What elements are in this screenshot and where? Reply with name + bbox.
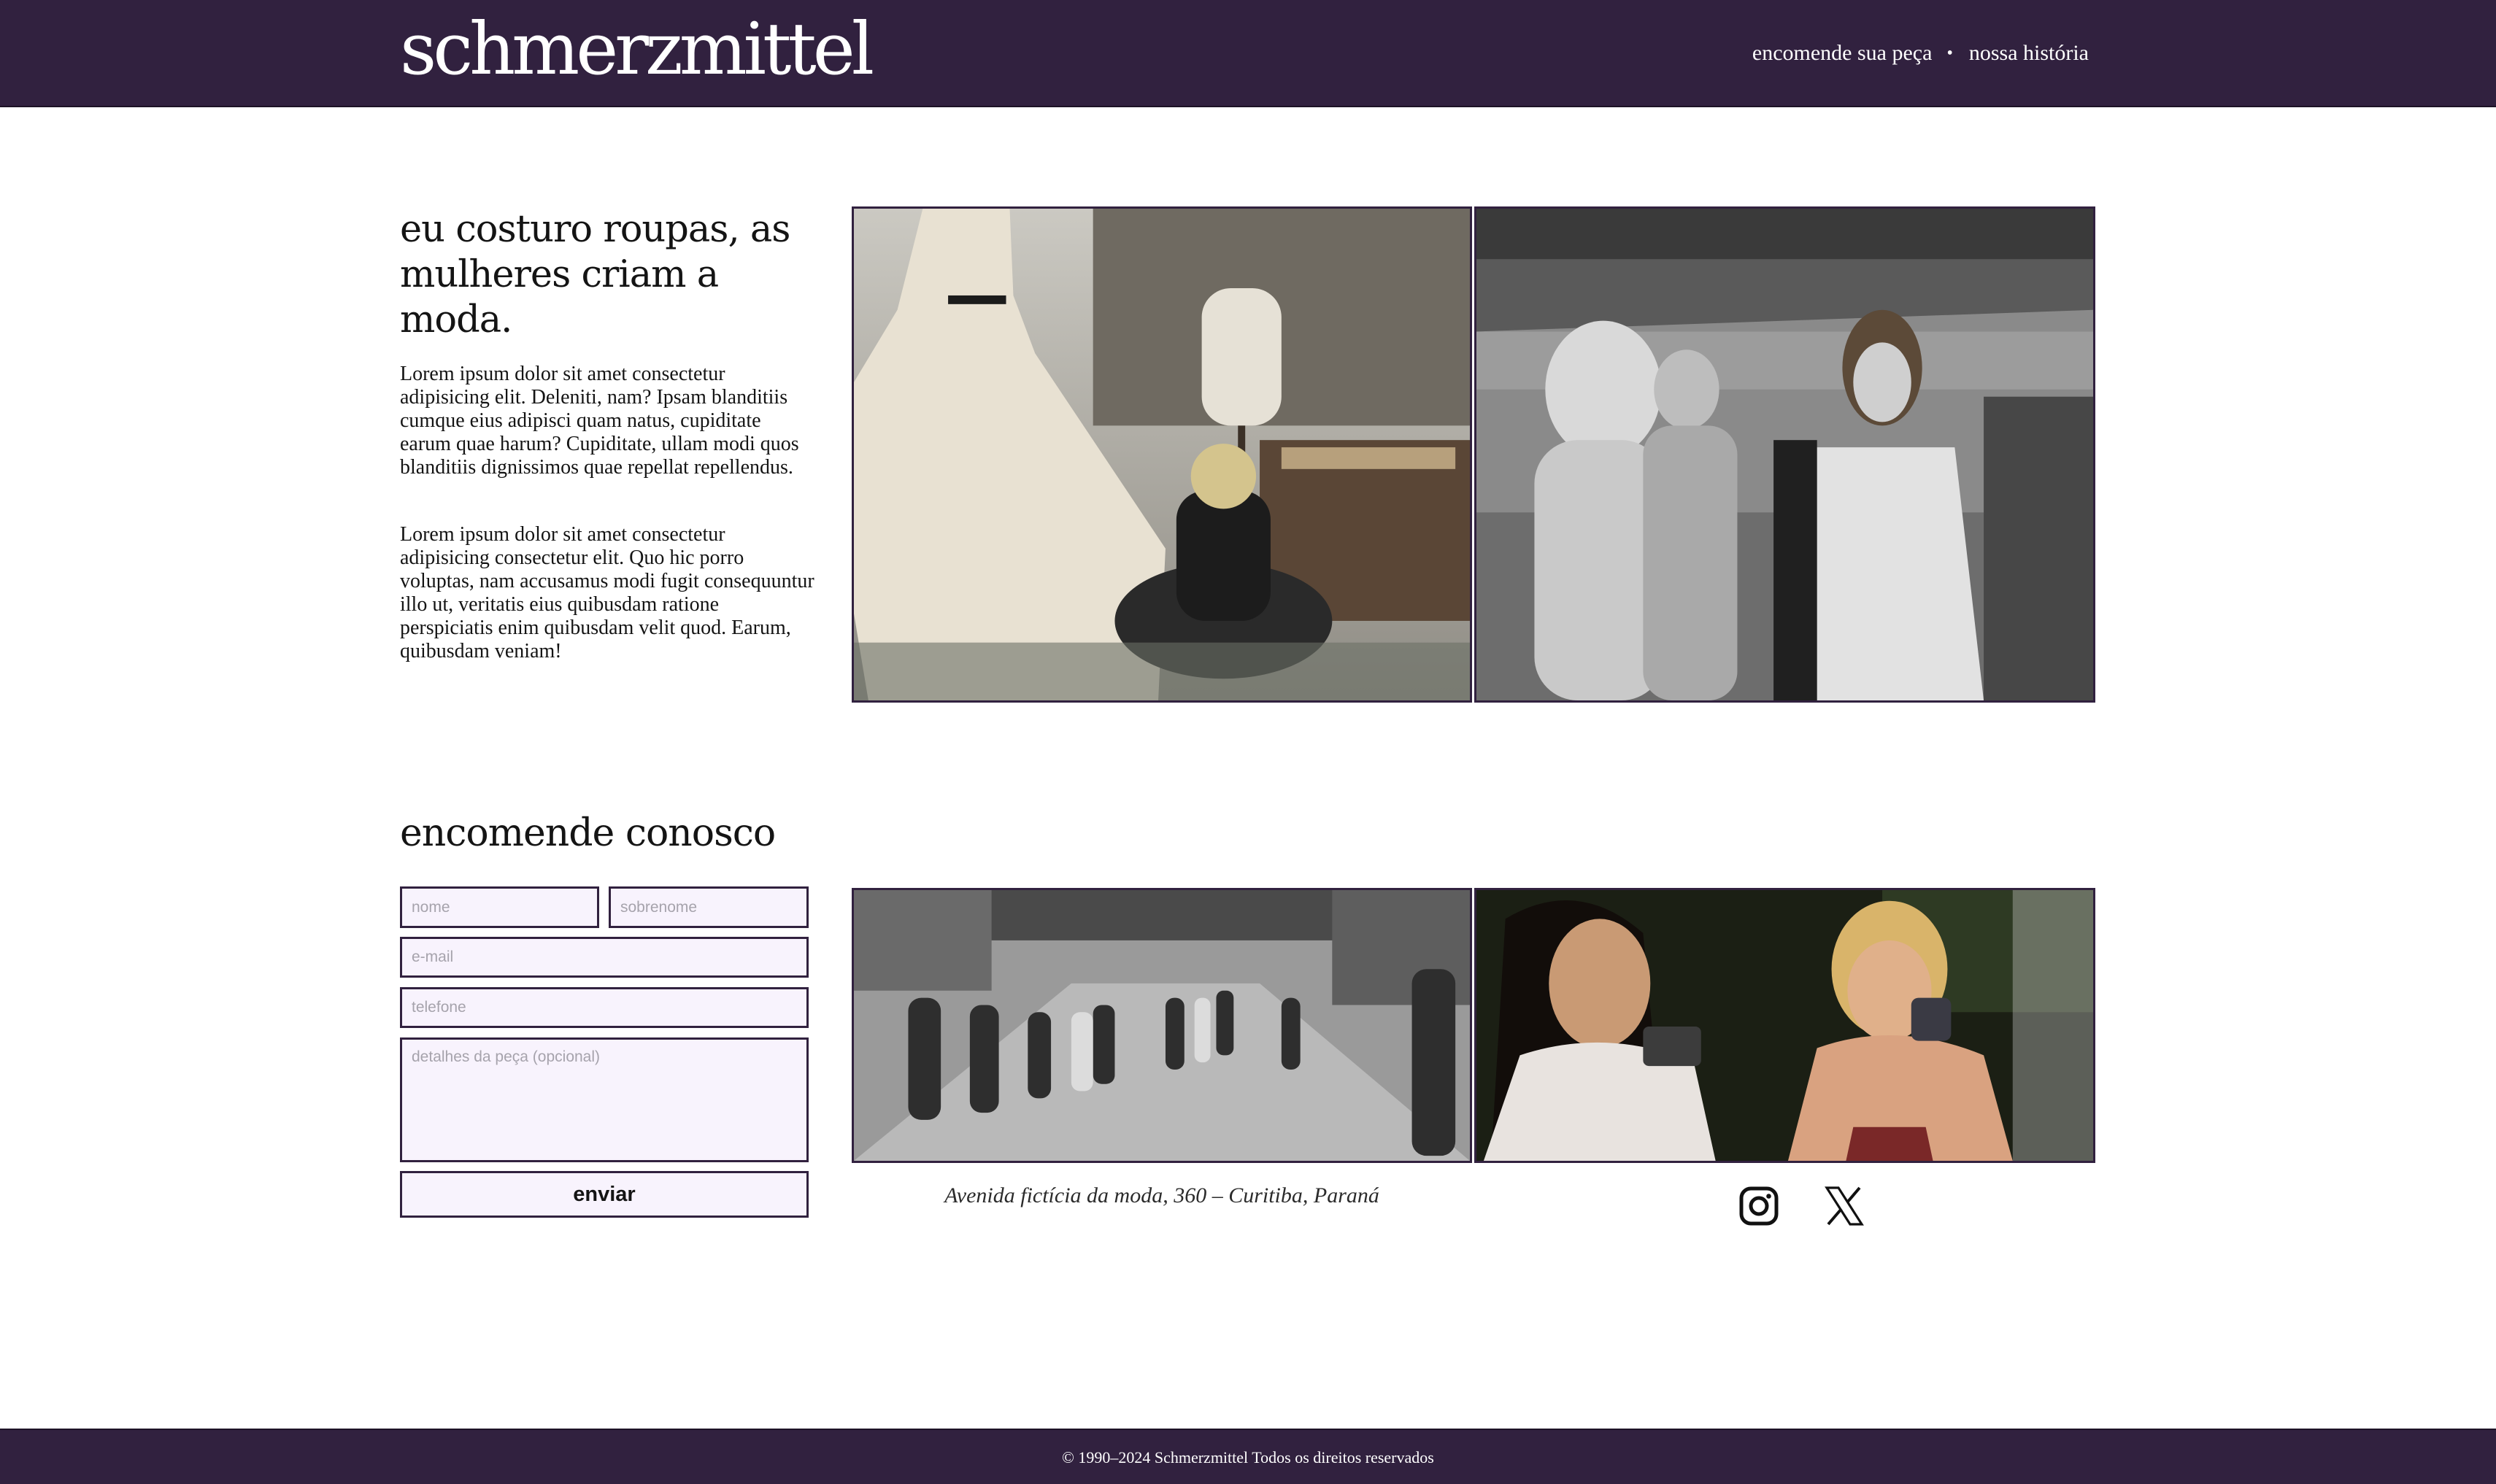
email-field[interactable] <box>400 937 809 978</box>
pedestrian-street-photo <box>852 888 1472 1163</box>
instagram-icon[interactable] <box>1738 1185 1780 1227</box>
last-name-field[interactable] <box>609 886 809 928</box>
site-logo[interactable]: schmerzmittel <box>400 10 874 89</box>
hero-title: eu costuro roupas, as mulheres criam a m… <box>400 208 790 341</box>
hero-paragraph-1: Lorem ipsum dolor sit amet consectetur a… <box>400 363 799 479</box>
site-header: schmerzmittel encomende sua peça • nossa… <box>0 0 2496 107</box>
phones-photo <box>1474 888 2095 1163</box>
street-group-photo <box>1474 206 2095 703</box>
order-section-title: encomende conosco <box>400 811 776 855</box>
main-nav: encomende sua peça • nossa história <box>1752 41 2089 66</box>
nav-link-encomende[interactable]: encomende sua peça <box>1752 41 1933 66</box>
site-footer: © 1990–2024 Schmerzmittel Todos os direi… <box>0 1429 2496 1484</box>
phone-field[interactable] <box>400 987 809 1028</box>
details-field[interactable] <box>400 1037 809 1162</box>
nav-separator: • <box>1946 43 1953 63</box>
submit-button[interactable]: enviar <box>400 1171 809 1218</box>
first-name-field[interactable] <box>400 886 599 928</box>
x-icon[interactable] <box>1823 1185 1865 1227</box>
address-text: Avenida fictícia da moda, 360 – Curitiba… <box>944 1183 1379 1207</box>
atelier-photo <box>852 206 1472 703</box>
copyright-text: © 1990–2024 Schmerzmittel Todos os direi… <box>1062 1448 1434 1466</box>
hero-paragraph-2: Lorem ipsum dolor sit amet consectetur a… <box>400 523 814 662</box>
nav-link-historia[interactable]: nossa história <box>1969 41 2089 66</box>
